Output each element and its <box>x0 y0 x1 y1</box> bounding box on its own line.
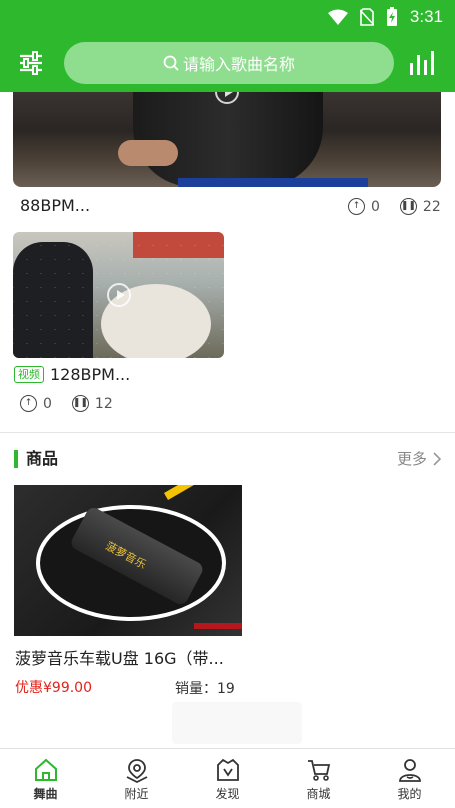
filter-settings-icon[interactable] <box>18 50 44 76</box>
tab-mine[interactable]: 我的 <box>364 749 455 808</box>
tab-label: 商城 <box>306 787 331 801</box>
goods-section-title: 商品 <box>26 449 59 468</box>
tab-discover[interactable]: 发现 <box>182 749 273 808</box>
pause-icon[interactable]: ❚❚ <box>399 198 417 215</box>
like-up-icon[interactable]: ↑ <box>20 395 37 412</box>
product-price: 优惠¥99.00 <box>15 680 92 696</box>
like-count-2: 0 <box>43 395 52 412</box>
section-accent-bar <box>14 450 18 468</box>
tab-label: 发现 <box>215 787 240 801</box>
play-count-2: 12 <box>94 395 113 412</box>
like-count-1: 0 <box>371 198 380 215</box>
video-frame-sign <box>178 178 368 187</box>
product-image[interactable]: 菠萝音乐 <box>14 485 242 636</box>
tab-mall[interactable]: 商城 <box>273 749 364 808</box>
home-icon <box>34 758 57 781</box>
play-icon <box>107 283 131 307</box>
product-sales: 销量：19 <box>175 681 235 697</box>
product-name[interactable]: 菠萝音乐车载U盘 16G（带... <box>15 645 245 669</box>
video-stats-1: ↑ 0 ❚❚ 22 <box>348 198 441 215</box>
play-count-1: 22 <box>422 198 441 215</box>
video-meta-2: 视频 128BPM... <box>14 365 130 384</box>
tab-label: 附近 <box>124 787 149 801</box>
wifi-icon <box>327 9 348 25</box>
product-image-stripe <box>164 485 194 500</box>
video-thumbnail-1[interactable] <box>13 92 441 187</box>
no-sim-icon <box>359 8 374 26</box>
chevron-right-icon <box>433 452 441 466</box>
content-scroll[interactable]: 88BPM... ↑ 0 ❚❚ 22 视频 128BPM... ↑ 0 ❚❚ 1… <box>0 92 455 748</box>
pause-icon[interactable]: ❚❚ <box>71 395 89 412</box>
tab-label: 我的 <box>397 787 422 801</box>
video-stats-2: ↑ 0 ❚❚ 12 <box>20 395 113 412</box>
search-input[interactable]: 请输入歌曲名称 <box>64 42 394 84</box>
toast-overlay <box>172 702 302 744</box>
battery-charging-icon <box>386 7 397 26</box>
tab-label: 舞曲 <box>33 787 58 801</box>
section-divider <box>0 432 455 433</box>
profile-icon <box>398 759 421 782</box>
more-link[interactable]: 更多 <box>397 448 441 470</box>
search-placeholder: 请输入歌曲名称 <box>182 55 295 74</box>
product-image-redline <box>194 623 242 629</box>
app-bar: 请输入歌曲名称 <box>0 34 455 92</box>
more-label: 更多 <box>396 450 427 468</box>
equalizer-icon[interactable] <box>408 49 436 77</box>
goods-section-header: 商品 更多 <box>0 448 455 472</box>
video-title-2[interactable]: 128BPM... <box>50 365 130 384</box>
like-up-icon[interactable]: ↑ <box>348 198 365 215</box>
tab-dance[interactable]: 舞曲 <box>0 749 91 808</box>
cart-icon <box>307 760 330 781</box>
discover-icon <box>216 758 239 781</box>
search-icon <box>163 55 179 71</box>
video-tag: 视频 <box>14 366 44 383</box>
video-thumbnail-2[interactable] <box>13 232 224 358</box>
status-bar: 3:31 <box>0 0 455 34</box>
tab-nearby[interactable]: 附近 <box>91 749 182 808</box>
location-icon <box>126 759 147 783</box>
video-frame-hand <box>118 140 178 166</box>
bottom-tab-bar: 舞曲 附近 发现 商城 我的 <box>0 748 455 808</box>
status-time: 3:31 <box>409 7 443 26</box>
video-title-1[interactable]: 88BPM... <box>20 196 90 215</box>
